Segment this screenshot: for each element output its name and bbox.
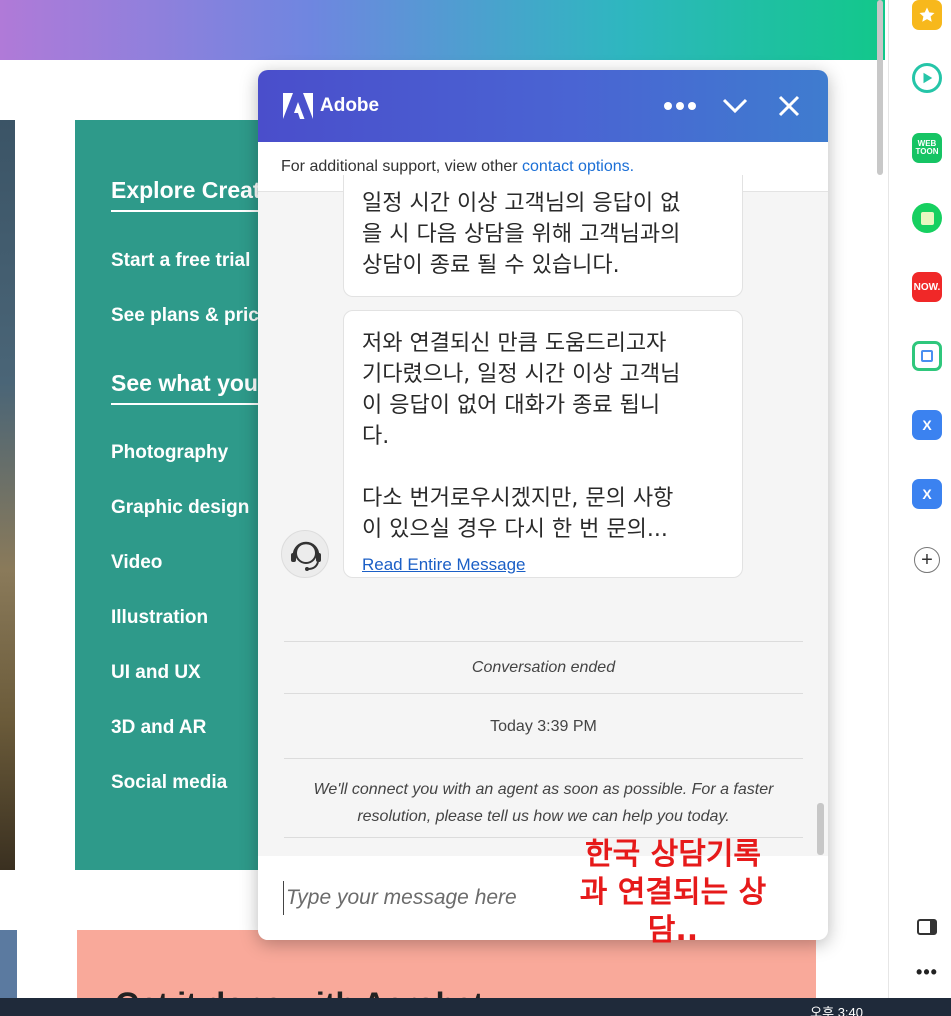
x-app-icon-2[interactable]: X: [912, 479, 942, 509]
more-icon[interactable]: •••: [915, 960, 939, 984]
annotation-line: 과 연결되는 상: [579, 875, 767, 910]
message-line: 기다렸으나, 일정 시간 이상 고객님: [362, 362, 681, 387]
shopping-icon[interactable]: [912, 341, 942, 371]
x-app-icon[interactable]: X: [912, 410, 942, 440]
message-input[interactable]: [283, 881, 583, 915]
see-what-heading: See what you: [111, 370, 275, 405]
chat-brand-name: Adobe: [320, 95, 380, 116]
message-line: 다소 번거로우시겠지만, 문의 사항: [362, 486, 674, 511]
system-message: We'll connect you with an agent as soon …: [284, 776, 803, 830]
message-line: 다.: [362, 424, 390, 449]
headset-icon: [291, 541, 321, 571]
system-message-line: resolution, please tell us how we can he…: [357, 808, 730, 825]
category-photography[interactable]: Photography: [111, 442, 228, 464]
adobe-logo-icon: [283, 93, 313, 119]
message-line: 일정 시간 이상 고객님의 응답이 없: [362, 191, 681, 216]
message-line: 상담이 종료 될 수 있습니다.: [362, 253, 620, 278]
category-social-media[interactable]: Social media: [111, 772, 227, 794]
message-line: 이 응답이 없어 대화가 종료 됩니: [362, 393, 661, 418]
explore-heading: Explore Creat: [111, 177, 275, 212]
start-trial-link[interactable]: Start a free trial: [111, 250, 250, 272]
chevron-down-icon: [722, 98, 748, 114]
add-icon[interactable]: +: [914, 547, 940, 573]
browser-sidebar: WEB TOON NOW. X X + •••: [888, 0, 951, 1000]
red-annotation: 한국 상담기록 과 연결되는 상 담..: [548, 836, 798, 950]
page-scrollbar[interactable]: [877, 0, 883, 175]
agent-message-2: 저와 연결되신 만큼 도움드리고자 기다렸으나, 일정 시간 이상 고객님 이 …: [343, 310, 743, 578]
message-line: 이 있으실 경우 다시 한 번 문의...: [362, 517, 668, 542]
message-line-blank: [362, 452, 724, 483]
contact-options-link[interactable]: contact options.: [522, 158, 634, 175]
conversation-ended-label: Conversation ended: [471, 659, 616, 676]
note-glyph: [920, 211, 934, 225]
screen: Explore Creat Start a free trial See pla…: [0, 0, 951, 1016]
play-icon[interactable]: [912, 63, 942, 93]
more-options-button[interactable]: [662, 90, 698, 122]
close-icon: [778, 95, 800, 117]
taskbar-clock: 오후 3:40: [810, 1005, 863, 1016]
message-timestamp: Today 3:39 PM: [490, 718, 597, 735]
star-glyph: [919, 7, 935, 22]
play-glyph: [923, 72, 933, 84]
support-text: For additional support, view other: [281, 158, 523, 175]
explore-panel: Explore Creat Start a free trial See pla…: [75, 120, 275, 870]
star-icon[interactable]: [912, 0, 942, 30]
chat-header: Adobe: [258, 70, 828, 142]
category-video[interactable]: Video: [111, 552, 162, 574]
shopping-glyph: [921, 350, 933, 362]
site-header-gradient: [0, 0, 885, 60]
message-line: 저와 연결되신 만큼 도움드리고자: [362, 331, 667, 356]
split-view-icon[interactable]: [915, 915, 939, 939]
category-ui-ux[interactable]: UI and UX: [111, 662, 201, 684]
category-illustration[interactable]: Illustration: [111, 607, 208, 629]
ellipsis-icon: [664, 102, 696, 110]
agent-avatar: [281, 530, 329, 578]
read-entire-message-link[interactable]: Read Entire Message: [362, 549, 525, 580]
hero-photo-edge: [0, 120, 15, 870]
photo-edge-bottom: [0, 930, 17, 1000]
divider: [284, 758, 803, 759]
agent-message-1: 일정 시간 이상 고객님의 응답이 없 을 시 다음 상담을 위해 고객님과의 …: [343, 175, 743, 297]
close-button[interactable]: [771, 90, 807, 122]
note-icon[interactable]: [912, 203, 942, 233]
minimize-button[interactable]: [717, 90, 753, 122]
webtoon-icon[interactable]: WEB TOON: [912, 133, 942, 163]
page-scrollbar-thumb[interactable]: [877, 0, 883, 175]
category-3d-ar[interactable]: 3D and AR: [111, 717, 206, 739]
annotation-line: 담..: [647, 913, 699, 948]
chat-widget: Adobe For additional support, view other…: [258, 70, 828, 940]
now-icon[interactable]: NOW.: [912, 272, 942, 302]
message-line: 을 시 다음 상담을 위해 고객님과의: [362, 222, 681, 247]
category-graphic-design[interactable]: Graphic design: [111, 497, 249, 519]
annotation-line: 한국 상담기록: [584, 837, 762, 872]
taskbar: 오후 3:40: [0, 998, 951, 1016]
divider: [284, 641, 803, 642]
see-plans-link[interactable]: See plans & prici: [111, 305, 264, 327]
chat-scrollbar-thumb[interactable]: [817, 803, 824, 855]
divider: [284, 693, 803, 694]
split-view-glyph: [917, 919, 937, 935]
system-message-line: We'll connect you with an agent as soon …: [313, 781, 774, 798]
